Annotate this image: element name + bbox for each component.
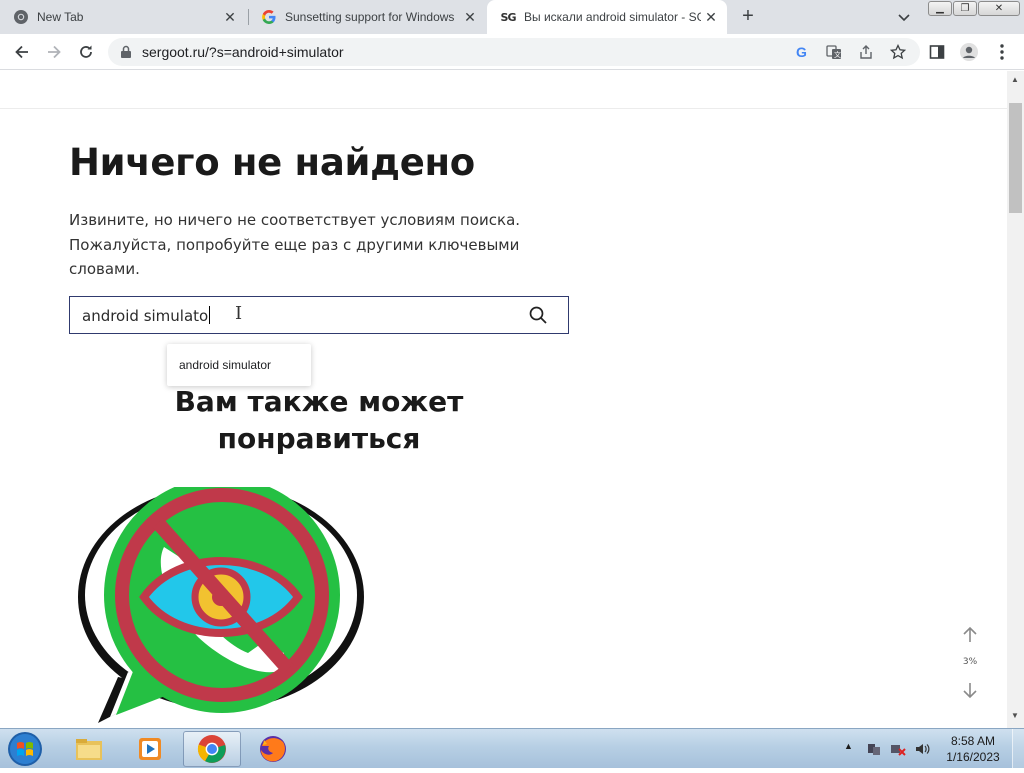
forward-button[interactable] xyxy=(42,40,66,64)
tab-title: Sunsetting support for Windows xyxy=(285,10,455,24)
reload-button[interactable] xyxy=(74,40,98,64)
search-icon xyxy=(529,306,547,324)
show-desktop-button[interactable] xyxy=(1012,729,1024,769)
action-center-icon[interactable] xyxy=(866,741,882,757)
forward-arrow-icon xyxy=(48,45,61,59)
bookmark-star-icon[interactable] xyxy=(888,42,908,62)
svg-text:文: 文 xyxy=(834,50,841,59)
search-input[interactable]: android simulato xyxy=(82,306,211,325)
tab-search-chevron-icon[interactable] xyxy=(894,7,914,27)
scroll-down-arrow-icon[interactable] xyxy=(960,680,980,705)
clock-date: 1/16/2023 xyxy=(946,750,1000,764)
search-input-value: android simulato xyxy=(82,307,209,325)
ibeam-cursor-icon: I xyxy=(235,303,243,324)
tab-title: Вы искали android simulator - SG xyxy=(524,10,701,24)
lock-icon[interactable] xyxy=(120,45,132,64)
sg-logo-icon: SG xyxy=(500,10,517,24)
tab-active-search[interactable]: SG Вы искали android simulator - SG ✕ xyxy=(487,0,727,34)
media-player-icon xyxy=(139,738,161,760)
google-icon xyxy=(261,9,277,25)
system-clock[interactable]: 8:58 AM 1/16/2023 xyxy=(938,733,1008,765)
taskbar-firefox[interactable] xyxy=(244,731,302,767)
tab-new-tab[interactable]: New Tab ✕ xyxy=(0,0,246,34)
reload-icon xyxy=(80,45,92,58)
system-tray: ▲ 8:58 AM 1/16/2023 xyxy=(838,729,1024,769)
show-hidden-icons-icon[interactable]: ▲ xyxy=(844,741,860,757)
taskbar-chrome[interactable] xyxy=(183,731,241,767)
google-lens-icon[interactable]: G xyxy=(792,42,812,62)
chrome-icon xyxy=(197,735,226,763)
tab-title: New Tab xyxy=(37,10,84,24)
clock-time: 8:58 AM xyxy=(950,734,996,748)
search-button[interactable] xyxy=(528,305,548,325)
close-tab-icon[interactable]: ✕ xyxy=(220,7,240,27)
related-posts-title: Вам также может понравиться xyxy=(174,385,464,455)
network-error-icon[interactable] xyxy=(890,741,906,757)
tab-strip: New Tab ✕ Sunsetting support for Windows… xyxy=(0,0,1024,34)
back-arrow-icon xyxy=(15,45,28,59)
suggestion-text: android simulator xyxy=(179,358,272,372)
scroll-progress-widget: 3% xyxy=(950,619,990,709)
close-tab-icon[interactable]: ✕ xyxy=(701,7,721,27)
back-button[interactable] xyxy=(10,40,34,64)
tab-sunsetting-support[interactable]: Sunsetting support for Windows ✕ xyxy=(248,0,486,34)
minimize-button[interactable]: ▁ xyxy=(928,1,952,16)
scrollbar-down-icon[interactable]: ▼ xyxy=(1011,711,1019,720)
scroll-percent: 3% xyxy=(962,657,978,667)
page-scrollbar[interactable]: ▲ ▼ xyxy=(1007,71,1024,728)
menu-kebab-icon[interactable] xyxy=(991,41,1013,63)
share-icon[interactable] xyxy=(856,42,876,62)
chrome-icon xyxy=(13,9,29,25)
windows-explorer-icon xyxy=(76,739,102,760)
svg-text:G: G xyxy=(796,44,807,60)
windows-orb-icon xyxy=(8,732,42,766)
volume-icon[interactable] xyxy=(914,741,930,757)
taskbar-explorer[interactable] xyxy=(60,731,118,767)
scrollbar-up-icon[interactable]: ▲ xyxy=(1011,75,1019,84)
close-tab-icon[interactable]: ✕ xyxy=(460,7,480,27)
address-bar[interactable]: sergoot.ru/?s=android+simulator G 文 xyxy=(108,38,920,66)
close-window-button[interactable]: ✕ xyxy=(978,1,1020,16)
start-button[interactable] xyxy=(3,730,47,768)
text-caret xyxy=(209,306,211,324)
no-results-message: Извините, но ничего не соответствует усл… xyxy=(69,211,521,278)
page-viewport: Ничего не найдено Извините, но ничего не… xyxy=(0,71,1007,728)
header-divider xyxy=(0,108,1007,109)
restore-button[interactable]: ❐ xyxy=(953,1,977,16)
whatsapp-blocked-eye-icon xyxy=(78,487,364,723)
scrollbar-thumb[interactable] xyxy=(1009,103,1022,213)
search-form[interactable]: android simulato I xyxy=(69,296,569,334)
page-title: Ничего не найдено xyxy=(69,141,475,184)
windows-taskbar: ▲ 8:58 AM 1/16/2023 xyxy=(0,728,1024,769)
firefox-icon xyxy=(260,736,286,762)
related-post-image[interactable] xyxy=(78,487,368,728)
profile-avatar-icon[interactable] xyxy=(958,41,980,63)
taskbar-media-player[interactable] xyxy=(121,731,179,767)
side-panel-icon[interactable] xyxy=(926,41,948,63)
url-text: sergoot.ru/?s=android+simulator xyxy=(142,44,344,60)
browser-toolbar: sergoot.ru/?s=android+simulator G 文 xyxy=(0,34,1024,70)
new-tab-button[interactable]: + xyxy=(736,5,760,29)
scroll-up-arrow-icon[interactable] xyxy=(960,625,980,650)
autocomplete-suggestion[interactable]: android simulator xyxy=(167,344,311,386)
translate-icon[interactable]: 文 xyxy=(824,42,844,62)
